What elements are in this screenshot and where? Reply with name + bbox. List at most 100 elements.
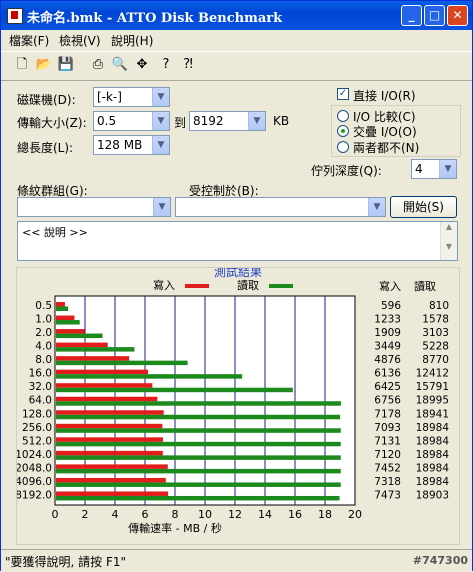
y-tick-label: 16.0 — [29, 368, 52, 380]
description-scrollbar[interactable]: ▲ ▼ — [440, 222, 457, 260]
context-help-icon[interactable]: ⁈ — [179, 56, 197, 74]
write-value: 6756 — [374, 395, 401, 407]
write-value: 7131 — [374, 435, 401, 447]
results-chart: 測試結果寫入 讀取 寫入 讀取0 2 4 6 8 10 12 14 16 18 20傳輸速率 - MB /… — [15, 264, 450, 535]
neither-radio[interactable] — [337, 141, 349, 153]
transfer-to-select[interactable]: 8192 ▼ — [189, 111, 266, 131]
write-bar — [56, 410, 164, 415]
description-textarea[interactable]: << 說明 >> ▲ ▼ — [17, 221, 458, 261]
direct-io-checkbox[interactable]: ✓ — [337, 88, 349, 100]
read-value: 5228 — [422, 341, 449, 353]
write-value: 3449 — [374, 341, 401, 353]
x-tick-label: 6 — [142, 508, 149, 521]
scroll-down-icon[interactable]: ▼ — [441, 242, 457, 251]
x-tick-label: 18 — [318, 508, 332, 521]
write-bar — [56, 491, 169, 496]
y-tick-label: 128.0 — [22, 408, 52, 420]
minimize-button[interactable]: _ — [401, 5, 422, 26]
read-bar — [56, 306, 69, 311]
status-bar: "要獲得說明, 請按 F1" #747300 — [1, 549, 472, 572]
menu-help[interactable]: 說明(H) — [111, 32, 153, 49]
y-tick-label: 64.0 — [29, 395, 52, 407]
legend-read-swatch — [269, 284, 293, 288]
read-value: 15791 — [416, 381, 449, 393]
scroll-up-icon[interactable]: ▲ — [441, 222, 457, 231]
total-length-select[interactable]: 128 MB ▼ — [93, 135, 170, 155]
x-tick-label: 10 — [198, 508, 212, 521]
y-tick-label: 4.0 — [35, 341, 52, 353]
read-bar — [56, 495, 340, 501]
start-button[interactable]: 開始(S) — [390, 196, 457, 218]
read-bar — [56, 414, 341, 420]
move-icon[interactable]: ✥ — [133, 56, 151, 74]
overlap-io-radio[interactable] — [337, 125, 349, 137]
chevron-down-icon[interactable]: ▼ — [153, 198, 170, 216]
x-tick-label: 8 — [172, 508, 179, 521]
overlap-io-label: 交疊 I/O(O) — [353, 125, 417, 139]
x-tick-label: 2 — [82, 508, 89, 521]
read-bar — [56, 441, 341, 447]
help-icon[interactable]: ? — [157, 56, 175, 74]
write-value: 7120 — [374, 449, 401, 461]
read-value: 3103 — [422, 327, 449, 339]
write-bar — [56, 356, 130, 361]
direct-io-label: 直接 I/O(R) — [353, 89, 416, 103]
open-folder-icon[interactable]: 📂 — [35, 56, 53, 74]
title-bar[interactable]: 未命名.bmk - ATTO Disk Benchmark _ □ ✕ — [1, 1, 472, 30]
write-bar — [56, 315, 75, 321]
close-button[interactable]: ✕ — [447, 5, 468, 26]
write-bar — [56, 329, 85, 334]
chevron-down-icon[interactable]: ▼ — [248, 112, 265, 130]
controlled-by-select[interactable]: ▼ — [175, 197, 386, 217]
read-value: 18995 — [416, 395, 449, 407]
window-title: 未命名.bmk - ATTO Disk Benchmark — [27, 11, 283, 26]
chevron-down-icon[interactable]: ▼ — [152, 88, 169, 106]
read-value: 18903 — [416, 489, 449, 501]
maximize-button[interactable]: □ — [424, 5, 445, 26]
pattern-group-select[interactable]: ▼ — [17, 197, 171, 217]
read-bar — [56, 360, 188, 366]
write-value: 7093 — [374, 422, 401, 434]
read-value: 18984 — [416, 422, 450, 434]
write-value: 6425 — [374, 381, 401, 393]
y-tick-label: 512.0 — [22, 435, 52, 447]
read-value: 1578 — [422, 314, 449, 326]
write-bar — [56, 396, 158, 402]
print-preview-icon[interactable]: 🔍 — [111, 56, 129, 74]
write-bar — [56, 450, 163, 456]
app-icon — [7, 8, 23, 24]
write-bar — [56, 437, 163, 442]
write-value: 7473 — [374, 489, 401, 501]
io-compare-radio[interactable] — [337, 110, 349, 122]
new-file-icon[interactable]: 🗋 — [13, 56, 31, 74]
read-bar — [56, 455, 341, 460]
queue-depth-label: 佇列深度(Q): — [311, 164, 382, 178]
save-icon[interactable]: 💾 — [57, 56, 75, 74]
write-value: 7178 — [374, 408, 401, 420]
chevron-down-icon[interactable]: ▼ — [439, 160, 456, 178]
y-tick-label: 256.0 — [22, 422, 52, 434]
transfer-from-select[interactable]: 0.5 ▼ — [93, 111, 170, 131]
drive-label: 磁碟機(D): — [17, 93, 76, 107]
stamp-text: #747300 — [412, 554, 468, 567]
toolbar: 🗋 📂 💾 ⎙ 🔍 ✥ ? ⁈ — [1, 51, 472, 81]
chevron-down-icon[interactable]: ▼ — [152, 112, 169, 130]
kb-label: KB — [273, 114, 290, 128]
y-tick-label: 1024.0 — [17, 449, 52, 461]
drive-select[interactable]: [-k-] ▼ — [93, 87, 170, 107]
transfer-size-label: 傳輸大小(Z): — [17, 116, 87, 130]
read-value: 18984 — [416, 462, 450, 474]
write-value: 1909 — [374, 327, 401, 339]
read-bar — [56, 387, 293, 393]
chevron-down-icon[interactable]: ▼ — [152, 136, 169, 154]
queue-depth-select[interactable]: 4 ▼ — [411, 159, 457, 179]
x-tick-label: 20 — [348, 508, 362, 521]
menu-file[interactable]: 檔案(F) — [9, 32, 49, 49]
menu-view[interactable]: 檢視(V) — [59, 32, 101, 49]
write-bar — [56, 383, 153, 388]
print-icon[interactable]: ⎙ — [89, 56, 107, 74]
chevron-down-icon[interactable]: ▼ — [368, 198, 385, 216]
y-tick-label: 8192.0 — [17, 489, 52, 501]
y-tick-label: 0.5 — [35, 300, 52, 312]
y-tick-label: 2048.0 — [17, 462, 52, 474]
